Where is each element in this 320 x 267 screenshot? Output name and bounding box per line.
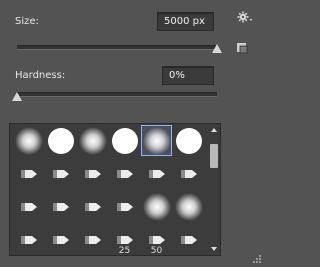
- brush-tip-icon: [111, 127, 138, 154]
- brush-preset[interactable]: [141, 158, 172, 189]
- scroll-up-icon[interactable]: [211, 128, 217, 132]
- brush-preset[interactable]: [109, 158, 140, 189]
- brush-stroke-icon: [148, 169, 165, 178]
- brush-preset[interactable]: [77, 224, 108, 255]
- brush-stroke-icon: [20, 235, 37, 244]
- size-field[interactable]: 5000 px: [157, 12, 214, 31]
- resize-grip-icon[interactable]: [252, 254, 262, 264]
- brush-preset[interactable]: [173, 191, 204, 222]
- brush-preset[interactable]: [173, 158, 204, 189]
- brush-stroke-icon: [180, 169, 197, 178]
- new-preset-icon[interactable]: [236, 42, 248, 54]
- size-slider-track[interactable]: [17, 45, 217, 50]
- brush-preset[interactable]: [45, 191, 76, 222]
- brush-preset-grid: 25 50: [10, 124, 207, 255]
- brush-tip-icon: [174, 192, 203, 221]
- brush-preset[interactable]: [13, 158, 44, 189]
- hardness-slider-track[interactable]: [17, 92, 217, 97]
- brush-size-label: 25: [118, 246, 131, 256]
- brush-stroke-icon: [52, 202, 69, 211]
- brush-stroke-icon: [84, 202, 101, 211]
- brush-preset[interactable]: [45, 158, 76, 189]
- brush-preset[interactable]: [173, 125, 204, 156]
- gear-icon[interactable]: [237, 11, 253, 25]
- brush-stroke-icon: [52, 235, 69, 244]
- brush-stroke-icon: [84, 235, 101, 244]
- brush-preset[interactable]: [77, 191, 108, 222]
- hardness-slider-thumb[interactable]: [12, 92, 22, 101]
- brush-preset[interactable]: [141, 191, 172, 222]
- brush-preset[interactable]: [173, 224, 204, 255]
- brush-preset[interactable]: [77, 158, 108, 189]
- size-label: Size:: [15, 16, 39, 27]
- brush-preset[interactable]: 25: [109, 224, 140, 255]
- brush-preset-panel: 25 50: [9, 123, 221, 256]
- brush-stroke-icon: [52, 169, 69, 178]
- hardness-field[interactable]: 0%: [162, 66, 214, 85]
- scroll-down-icon[interactable]: [211, 247, 217, 251]
- brush-tip-icon: [78, 126, 107, 155]
- brush-preset[interactable]: [109, 125, 140, 156]
- brush-preset[interactable]: [109, 191, 140, 222]
- brush-tip-icon: [142, 126, 171, 155]
- size-slider-thumb[interactable]: [212, 44, 222, 53]
- brush-preset[interactable]: [13, 125, 44, 156]
- brush-preset[interactable]: [45, 224, 76, 255]
- brush-tip-icon: [14, 126, 43, 155]
- brush-preset[interactable]: 50: [141, 224, 172, 255]
- brush-stroke-icon: [116, 169, 133, 178]
- hardness-label: Hardness:: [15, 70, 66, 81]
- brush-tip-icon: [47, 127, 74, 154]
- brush-preset[interactable]: [77, 125, 108, 156]
- brush-preset[interactable]: [13, 224, 44, 255]
- brush-stroke-icon: [20, 202, 37, 211]
- brush-tip-icon: [175, 127, 202, 154]
- brush-stroke-icon: [180, 235, 197, 244]
- brush-tip-icon: [142, 192, 171, 221]
- brush-stroke-icon: [116, 202, 133, 211]
- scroll-thumb[interactable]: [210, 144, 218, 168]
- brush-stroke-icon: [20, 169, 37, 178]
- brush-preset[interactable]: [45, 125, 76, 156]
- brush-preset[interactable]: [141, 125, 172, 156]
- brush-size-label: 50: [150, 246, 163, 256]
- brush-stroke-icon: [84, 169, 101, 178]
- preset-scrollbar[interactable]: [208, 124, 220, 255]
- brush-preset[interactable]: [13, 191, 44, 222]
